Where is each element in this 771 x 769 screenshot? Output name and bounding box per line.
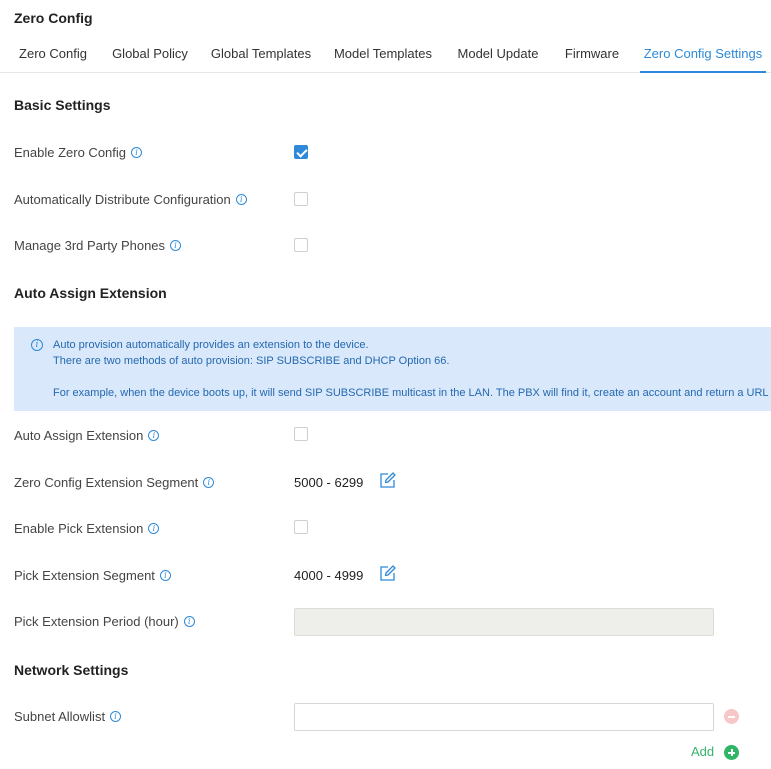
info-icon[interactable]: i <box>183 616 195 627</box>
remove-icon[interactable] <box>724 709 739 724</box>
info-icon[interactable]: i <box>203 477 215 488</box>
manage-3rd-party-checkbox[interactable] <box>294 238 308 252</box>
tab-model-templates[interactable]: Model Templates <box>329 40 437 73</box>
auto-assign-extension-label: Auto Assign Extension i <box>14 428 160 443</box>
enable-zero-config-label: Enable Zero Config i <box>14 145 143 160</box>
auto-assign-extension-checkbox[interactable] <box>294 427 308 441</box>
manage-3rd-party-text: Manage 3rd Party Phones <box>14 238 166 253</box>
edit-icon[interactable] <box>379 472 396 489</box>
enable-pick-extension-label: Enable Pick Extension i <box>14 521 160 536</box>
notice-line-3: For example, when the device boots up, i… <box>53 387 771 399</box>
pick-period-input <box>294 608 714 636</box>
tab-firmware[interactable]: Firmware <box>559 40 625 73</box>
tab-zero-config-settings[interactable]: Zero Config Settings <box>640 40 766 73</box>
enable-pick-extension-text: Enable Pick Extension <box>14 521 144 536</box>
enable-zero-config-checkbox[interactable] <box>294 145 308 159</box>
info-icon[interactable]: i <box>131 147 143 158</box>
subnet-allowlist-text: Subnet Allowlist <box>14 709 106 724</box>
zero-config-segment-text: Zero Config Extension Segment <box>14 475 199 490</box>
info-icon[interactable]: i <box>148 523 160 534</box>
enable-pick-extension-checkbox[interactable] <box>294 520 308 534</box>
info-icon[interactable]: i <box>159 570 171 581</box>
notice-line-1: Auto provision automatically provides an… <box>53 339 369 351</box>
auto-distribute-text: Automatically Distribute Configuration <box>14 192 231 207</box>
info-icon[interactable]: i <box>110 711 122 722</box>
page-title: Zero Config <box>14 10 93 26</box>
section-title-network-settings: Network Settings <box>14 662 129 678</box>
subnet-allowlist-input[interactable] <box>294 703 714 731</box>
tab-bar: Zero Config Global Policy Global Templat… <box>0 40 771 73</box>
auto-distribute-checkbox[interactable] <box>294 192 308 206</box>
tab-global-templates[interactable]: Global Templates <box>207 40 315 73</box>
section-title-basic-settings: Basic Settings <box>14 97 111 113</box>
pick-period-label: Pick Extension Period (hour) i <box>14 614 195 629</box>
enable-zero-config-text: Enable Zero Config <box>14 145 127 160</box>
tab-global-policy[interactable]: Global Policy <box>106 40 194 73</box>
edit-icon[interactable] <box>379 565 396 582</box>
info-icon[interactable]: i <box>170 240 182 251</box>
zero-config-segment-value: 5000 - 6299 <box>294 475 364 490</box>
add-icon[interactable] <box>724 745 739 760</box>
tab-zero-config[interactable]: Zero Config <box>14 40 92 73</box>
section-title-auto-assign: Auto Assign Extension <box>14 285 167 301</box>
info-notice: i Auto provision automatically provides … <box>14 327 771 411</box>
manage-3rd-party-label: Manage 3rd Party Phones i <box>14 238 182 253</box>
pick-segment-text: Pick Extension Segment <box>14 568 155 583</box>
auto-distribute-label: Automatically Distribute Configuration i <box>14 192 247 207</box>
notice-line-2: There are two methods of auto provision:… <box>53 355 450 367</box>
pick-period-text: Pick Extension Period (hour) <box>14 614 179 629</box>
zero-config-segment-label: Zero Config Extension Segment i <box>14 475 215 490</box>
pick-segment-label: Pick Extension Segment i <box>14 568 171 583</box>
info-icon[interactable]: i <box>148 430 160 441</box>
pick-segment-value: 4000 - 4999 <box>294 568 364 583</box>
tab-model-update[interactable]: Model Update <box>452 40 544 73</box>
notice-info-icon: i <box>31 339 43 351</box>
auto-assign-extension-text: Auto Assign Extension <box>14 428 144 443</box>
add-link[interactable]: Add <box>691 744 714 759</box>
info-icon[interactable]: i <box>235 194 247 205</box>
subnet-allowlist-label: Subnet Allowlist i <box>14 709 122 724</box>
